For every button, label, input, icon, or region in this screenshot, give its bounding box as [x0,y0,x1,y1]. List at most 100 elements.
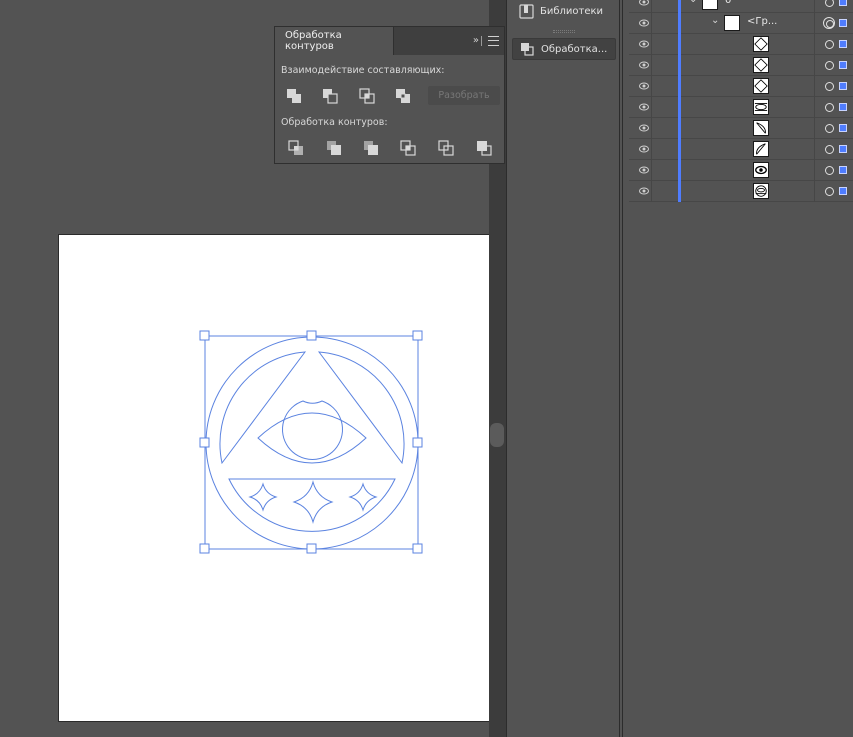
selection-square-icon[interactable] [839,19,847,27]
shape-modes-label: Взаимодействие составляющих: [281,65,445,76]
row-separator [814,181,815,202]
selection-square-icon[interactable] [839,187,847,195]
row-separator [651,34,652,55]
dock-pathfinder-label: Обработка... [541,43,608,55]
layer-color-bar [678,97,681,118]
path-thumbnail [753,57,769,73]
layer-name[interactable]: 0 [725,0,731,6]
path-row[interactable] [629,139,853,160]
handle-tm [306,330,317,341]
layer-color-bar [678,13,681,34]
selection-square-icon[interactable] [839,124,847,132]
row-separator [814,118,815,139]
target-circle-icon[interactable] [825,40,834,49]
dock-libraries-button[interactable]: Библиотеки [512,0,616,22]
path-row[interactable] [629,55,853,76]
pathfinder-panel[interactable]: Обработка контуров » Взаимодействие сост… [274,26,505,164]
path-thumbnail [753,99,769,115]
star-right [348,482,378,512]
pathfinders-label: Обработка контуров: [281,117,388,128]
visibility-eye-icon[interactable] [639,82,649,90]
path-row[interactable] [629,97,853,118]
divide-icon[interactable] [287,139,305,157]
layer-color-bar [678,181,681,202]
target-circle-icon[interactable] [825,187,834,196]
intersect-icon[interactable] [358,87,376,105]
star-left [248,482,278,512]
crop-icon[interactable] [399,139,417,157]
selection-square-icon[interactable] [839,166,847,174]
expand-button[interactable]: Разобрать [428,86,500,105]
path-row[interactable] [629,181,853,202]
path-thumbnail [753,36,769,52]
minus-front-icon[interactable] [321,87,339,105]
chevron-down-icon[interactable]: ⌄ [711,15,719,26]
layer-color-bar [678,160,681,181]
dock-grip-handle[interactable] [553,30,575,33]
unite-icon[interactable] [285,87,303,105]
visibility-eye-icon[interactable] [639,145,649,153]
handle-tl [199,330,210,341]
row-separator [651,55,652,76]
pathfinder-icon [521,42,534,56]
visibility-eye-icon[interactable] [639,0,649,6]
target-circle-icon[interactable] [825,124,834,133]
target-circle-icon[interactable] [825,82,834,91]
dock-libraries-label: Библиотеки [540,5,604,17]
merge-icon[interactable] [362,139,380,157]
target-circle-icon[interactable] [825,0,834,7]
selection-square-icon[interactable] [839,61,847,69]
minus-back-icon[interactable] [475,139,493,157]
row-separator [814,97,815,118]
layers-panel: ⌄ 0 ⌄ <Гр... [622,0,853,737]
layer-color-bar [678,55,681,76]
handle-br [412,543,423,554]
path-thumbnail [753,162,769,178]
target-circle-icon[interactable] [825,103,834,112]
row-separator [651,160,652,181]
dock-pathfinder-button[interactable]: Обработка... [512,38,616,60]
pupil-path [282,400,343,460]
tab-pathfinder[interactable]: Обработка контуров [275,27,394,55]
layer-row[interactable]: ⌄ 0 [629,0,853,13]
exclude-icon[interactable] [394,87,412,105]
row-separator [651,118,652,139]
path-row[interactable] [629,34,853,55]
selection-square-icon[interactable] [839,103,847,111]
selection-square-icon[interactable] [839,82,847,90]
trim-icon[interactable] [325,139,343,157]
group-thumbnail [724,15,740,31]
path-row[interactable] [629,76,853,97]
selection-square-icon[interactable] [839,40,847,48]
row-separator [651,97,652,118]
target-circle-icon[interactable] [825,145,834,154]
pathfinder-header[interactable]: Обработка контуров » [275,27,504,55]
row-separator [651,0,652,13]
handle-ml [199,437,210,448]
path-row[interactable] [629,160,853,181]
target-circle-icon[interactable] [825,61,834,70]
selection-bounding-box [199,330,423,554]
row-separator [651,13,652,34]
selection-square-icon[interactable] [839,0,847,6]
visibility-eye-icon[interactable] [639,187,649,195]
path-row[interactable] [629,118,853,139]
chevron-down-icon[interactable]: ⌄ [689,0,697,5]
visibility-eye-icon[interactable] [639,61,649,69]
target-double-circle-icon[interactable] [823,17,835,29]
selection-square-icon[interactable] [839,145,847,153]
outer-circle-path [205,336,419,550]
outline-icon[interactable] [437,139,455,157]
collapse-panel-button[interactable]: » [473,35,479,46]
target-circle-icon[interactable] [825,166,834,175]
visibility-eye-icon[interactable] [639,40,649,48]
visibility-eye-icon[interactable] [639,124,649,132]
scrollbar-thumb[interactable] [490,423,504,447]
group-name[interactable]: <Гр... [747,16,777,27]
tab-pathfinder-label: Обработка контуров [285,30,342,52]
visibility-eye-icon[interactable] [639,166,649,174]
visibility-eye-icon[interactable] [639,19,649,27]
panel-menu-icon[interactable] [488,36,499,46]
group-row[interactable]: ⌄ <Гр... [629,13,853,34]
visibility-eye-icon[interactable] [639,103,649,111]
